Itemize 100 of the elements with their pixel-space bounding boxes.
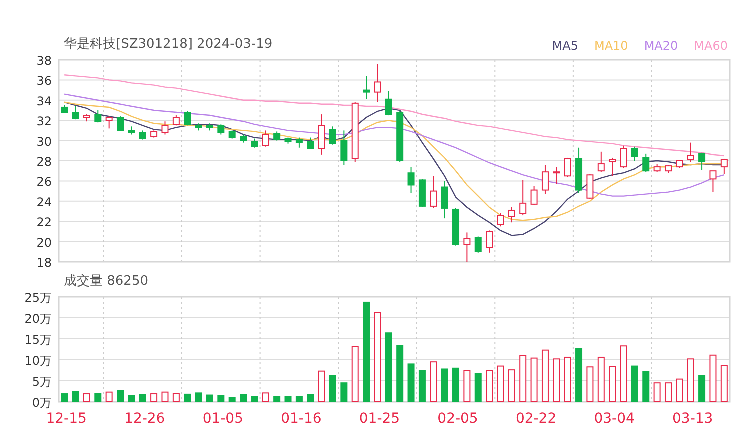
volume-bar bbox=[251, 396, 258, 402]
candlestick bbox=[162, 121, 169, 136]
volume-bar bbox=[240, 394, 248, 402]
volume-bar bbox=[117, 390, 124, 402]
legend-item[interactable]: MA20 bbox=[644, 39, 678, 53]
candlestick bbox=[564, 157, 572, 178]
candlestick bbox=[61, 104, 68, 114]
volume-bar bbox=[452, 368, 460, 402]
candlestick bbox=[676, 160, 684, 169]
candlestick bbox=[430, 176, 438, 209]
candlestick bbox=[385, 90, 392, 116]
candlestick bbox=[374, 64, 382, 103]
axis-label: 12-26 bbox=[124, 411, 166, 427]
axis-label: 10万 bbox=[24, 354, 52, 368]
candlestick bbox=[117, 116, 124, 132]
candlestick bbox=[508, 206, 516, 224]
chart-title: 成交量 86250 bbox=[64, 273, 148, 290]
axis-label: 30 bbox=[36, 134, 52, 149]
axis-label: 02-05 bbox=[438, 411, 478, 427]
candlestick bbox=[218, 124, 225, 136]
volume-bar bbox=[218, 395, 225, 402]
candlestick bbox=[497, 213, 504, 228]
candlestick bbox=[106, 116, 113, 130]
candlestick bbox=[228, 130, 236, 140]
axis-label: 12-15 bbox=[46, 411, 87, 427]
candlestick bbox=[553, 166, 560, 185]
axis-label: 32 bbox=[36, 114, 52, 129]
axis-label: 25万 bbox=[24, 292, 52, 305]
axis-label: 03-04 bbox=[594, 411, 635, 427]
volume-bar bbox=[430, 362, 438, 402]
candlestick bbox=[654, 164, 661, 173]
volume-bar bbox=[720, 365, 728, 402]
axis-label: 20 bbox=[36, 236, 52, 250]
candlestick bbox=[665, 164, 672, 174]
volume-bar bbox=[352, 346, 359, 402]
candlestick bbox=[609, 157, 616, 177]
axis-label: 02-22 bbox=[516, 411, 557, 427]
candlestick bbox=[72, 106, 80, 120]
volume-bar bbox=[162, 392, 169, 402]
legend-item[interactable]: MA60 bbox=[694, 39, 728, 53]
volume-bar bbox=[262, 392, 270, 402]
volume-bar bbox=[274, 396, 281, 402]
candlestick bbox=[542, 164, 549, 195]
candlestick bbox=[296, 137, 303, 148]
candlestick bbox=[363, 76, 370, 100]
volume-bar bbox=[195, 392, 202, 402]
volume-bar bbox=[530, 358, 538, 402]
candlestick bbox=[452, 208, 460, 246]
candlestick bbox=[576, 147, 583, 194]
legend-item[interactable]: MA5 bbox=[552, 39, 578, 53]
volume-bar bbox=[508, 370, 516, 402]
volume-bar bbox=[408, 364, 415, 402]
candlestick bbox=[172, 115, 180, 126]
volume-bar bbox=[486, 370, 494, 402]
axis-label: 18 bbox=[36, 256, 52, 270]
candlestick bbox=[710, 170, 717, 193]
candlestick bbox=[408, 166, 415, 194]
axis-label: 28 bbox=[36, 155, 52, 169]
candlestick bbox=[698, 152, 706, 171]
candlestick bbox=[720, 158, 728, 175]
candlestick bbox=[396, 111, 404, 162]
volume-bar bbox=[586, 366, 594, 402]
candlestick bbox=[83, 114, 90, 122]
volume-bar bbox=[598, 356, 605, 402]
candlestick bbox=[307, 137, 314, 150]
volume-bar bbox=[396, 345, 404, 402]
axis-label: 38 bbox=[36, 56, 52, 68]
candlestick bbox=[530, 186, 538, 206]
axis-label: 24 bbox=[36, 195, 52, 210]
candlestick bbox=[418, 178, 426, 208]
axis-label: 15万 bbox=[24, 333, 52, 347]
volume-bar bbox=[206, 394, 214, 402]
volume-bar bbox=[128, 395, 136, 402]
volume-bar bbox=[542, 350, 549, 402]
volume-bar bbox=[520, 355, 527, 402]
candlestick bbox=[441, 180, 448, 220]
volume-bar bbox=[318, 370, 326, 402]
volume-bar bbox=[330, 375, 336, 402]
volume-bar bbox=[61, 394, 68, 402]
volume-bar bbox=[418, 370, 426, 402]
candlestick bbox=[352, 102, 359, 162]
candlestick bbox=[262, 130, 270, 148]
volume-bar bbox=[698, 375, 706, 402]
candlestick bbox=[206, 123, 214, 132]
candlestick bbox=[274, 131, 281, 142]
volume-bar bbox=[474, 373, 482, 402]
volume-bar bbox=[564, 356, 572, 402]
candlestick bbox=[94, 110, 102, 124]
candlestick bbox=[464, 232, 471, 262]
volume-bar bbox=[72, 391, 80, 402]
volume-bar bbox=[665, 382, 672, 402]
volume-bar bbox=[642, 371, 650, 402]
volume-bar bbox=[710, 354, 717, 402]
axis-label: 01-25 bbox=[359, 411, 400, 427]
axis-label: 03-13 bbox=[672, 411, 714, 427]
volume-bar bbox=[172, 393, 180, 402]
candlestick bbox=[687, 142, 694, 162]
candlestick bbox=[474, 236, 482, 254]
legend-item[interactable]: MA10 bbox=[594, 39, 628, 53]
volume-bar bbox=[307, 394, 314, 402]
